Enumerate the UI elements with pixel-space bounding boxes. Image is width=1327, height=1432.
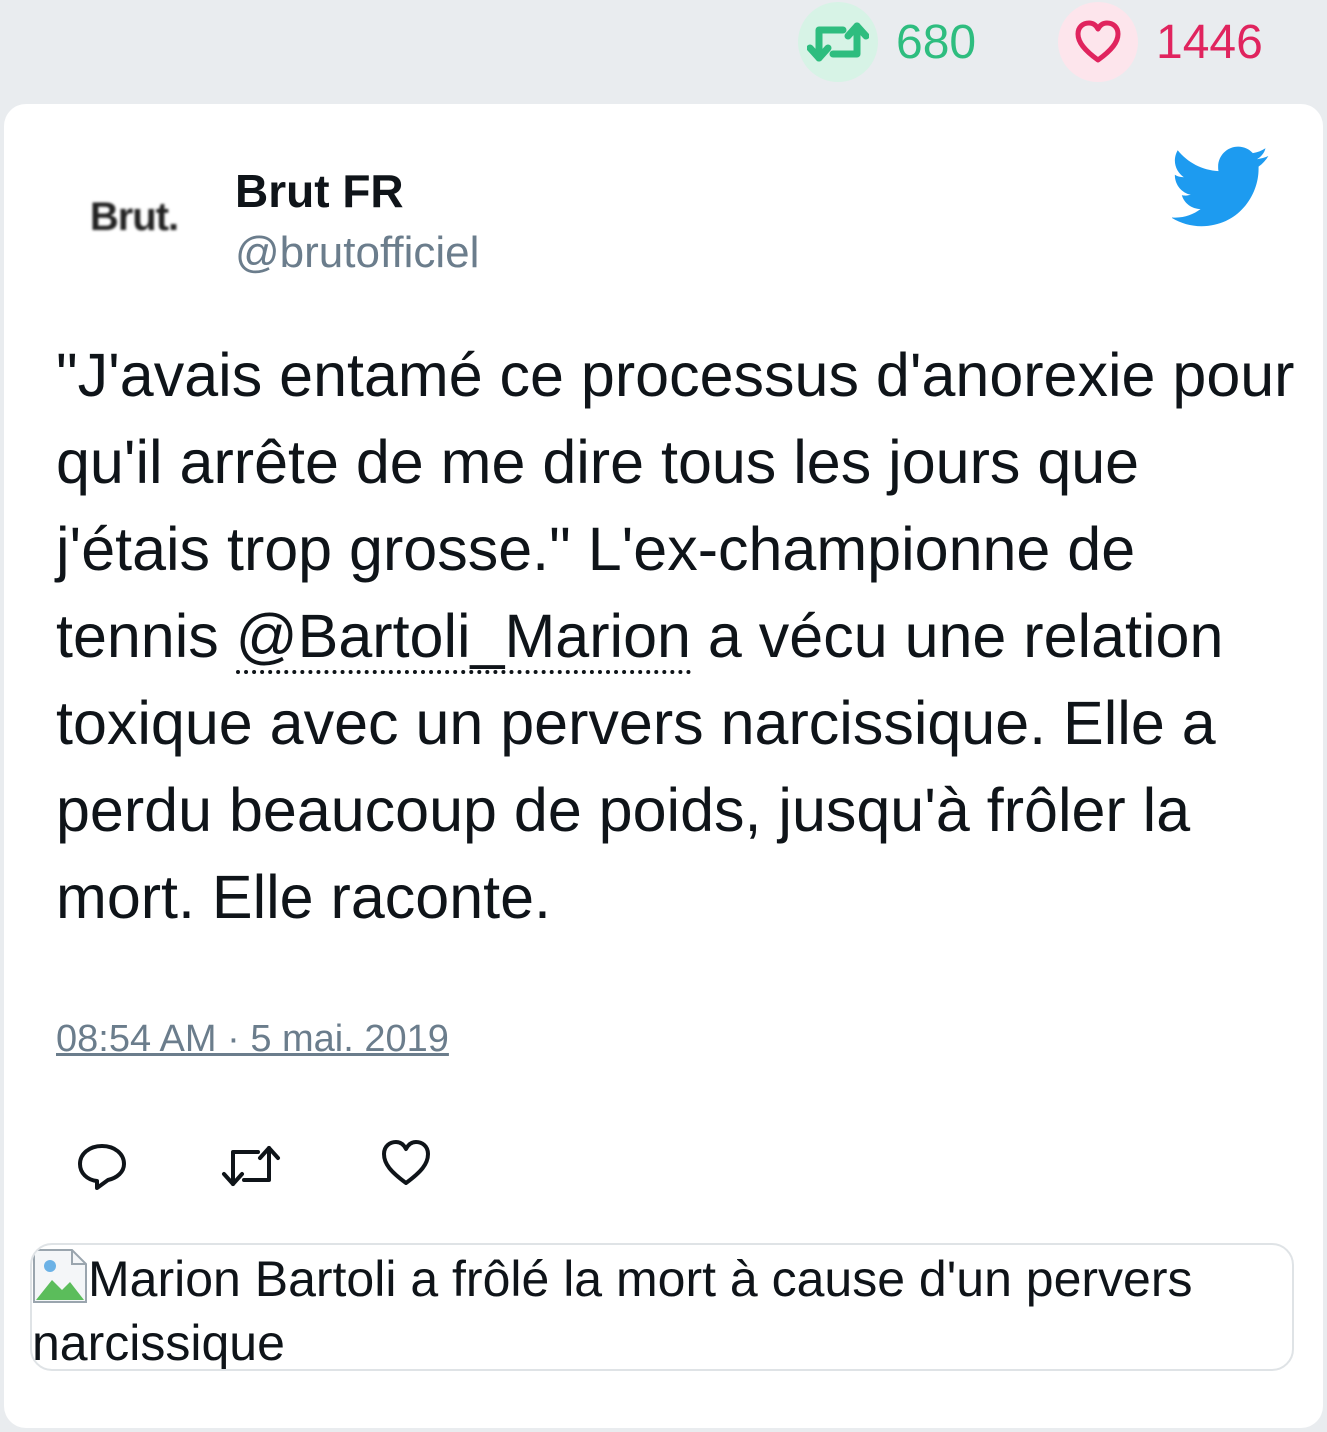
broken-image-icon [32,1248,88,1304]
like-count: 1446 [1156,15,1263,69]
heart-icon[interactable] [380,1138,436,1194]
reply-icon[interactable] [74,1138,130,1194]
tweet-text: "J'avais entamé ce processus d'anorexie … [56,332,1296,941]
retweet-count: 680 [896,15,977,69]
like-stat[interactable]: 1446 [1058,2,1263,82]
preview-alt-text: Marion Bartoli a frôlé la mort à cause d… [32,1251,1193,1371]
heart-icon [1058,2,1138,82]
mention-link[interactable]: @Bartoli_Marion [235,602,691,674]
link-preview-card[interactable]: Marion Bartoli a frôlé la mort à cause d… [30,1243,1294,1371]
preview-image: Marion Bartoli a frôlé la mort à cause d… [32,1247,1272,1371]
tweet-date-link[interactable]: 08:54 AM · 5 mai. 2019 [56,1018,449,1061]
retweet-stat[interactable]: 680 [798,2,976,82]
author-handle[interactable]: @brutofficiel [235,228,479,278]
engagement-stats: 680 1446 [0,0,1327,100]
avatar[interactable]: Brut. [72,162,196,272]
twitter-bird-icon[interactable] [1170,146,1270,228]
author-name[interactable]: Brut FR [235,164,404,218]
retweet-icon [798,2,878,82]
retweet-icon[interactable] [220,1138,280,1194]
